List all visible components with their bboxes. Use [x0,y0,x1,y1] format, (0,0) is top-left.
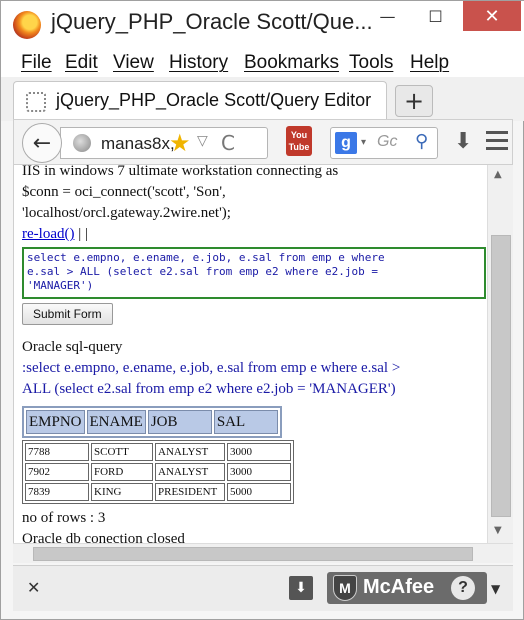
search-input[interactable]: Gc [377,133,397,151]
header-job: JOB [147,410,212,434]
firefox-logo-icon [13,11,41,39]
cell-empno: 7788 [25,443,89,461]
url-dropdown-icon[interactable]: ▽ [197,133,208,149]
cell-sal: 3000 [227,443,291,461]
search-engine-dropdown-icon[interactable]: ▾ [361,137,366,148]
new-tab-button[interactable]: + [395,85,433,117]
cell-ename: FORD [91,463,153,481]
conn-host-line: 'localhost/orcl.gateway.2wire.net'); [22,205,231,221]
separator-text: | | [78,226,88,242]
horizontal-scrollbar[interactable] [13,543,513,563]
minimize-button[interactable]: — [365,1,410,31]
cell-sal: 5000 [227,483,291,501]
search-bar[interactable]: g ▾ Gc ⚲ [330,127,438,159]
title-bar: jQuery_PHP_Oracle Scott/Que... — ☐ ✕ [1,1,524,47]
menu-history[interactable]: History [169,52,228,74]
sql-query-textarea[interactable]: select e.empno, e.ename, e.job, e.sal fr… [22,247,486,299]
cell-sal: 3000 [227,463,291,481]
table-row: 7839 KING PRESIDENT 5000 [25,483,291,501]
menu-file[interactable]: File [21,52,52,74]
connection-closed-msg: Oracle db conection closed [22,531,185,543]
query-echo-line-2: ALL (select e2.sal from emp e2 where e2.… [22,381,396,397]
vertical-scrollbar[interactable]: ▲ ▼ [487,165,513,543]
page-body: IIS in windows 7 ultimate workstation co… [14,165,487,543]
window-title: jQuery_PHP_Oracle Scott/Que... [51,9,373,34]
cell-empno: 7839 [25,483,89,501]
cell-job: ANALYST [155,443,225,461]
row-count: no of rows : 3 [22,510,106,526]
reload-icon[interactable]: C [221,131,235,155]
tab-strip: jQuery_PHP_Oracle Scott/Query Editor + [1,77,524,121]
google-icon[interactable]: g [335,132,357,154]
search-icon[interactable]: ⚲ [415,131,428,152]
header-row: EMPNO ENAME JOB SAL [26,410,278,434]
help-icon[interactable]: ? [451,576,475,600]
menu-view[interactable]: View [113,52,154,74]
reload-line: re-load() | | [22,224,487,245]
results-data-table: 7788 SCOTT ANALYST 3000 7902 FORD ANALYS… [22,440,294,504]
tab-title: jQuery_PHP_Oracle Scott/Query Editor [56,90,372,110]
menu-tools[interactable]: Tools [349,52,393,74]
addon-bar: ✕ ⬇ M McAfee ? ▼ [13,565,513,611]
cell-job: ANALYST [155,463,225,481]
submit-form-button[interactable]: Submit Form [22,303,113,325]
mcafee-dropdown-icon[interactable]: ▼ [491,582,500,596]
close-addon-bar-icon[interactable]: ✕ [27,578,40,597]
mcafee-button[interactable]: M McAfee ? [327,572,487,604]
mcafee-label: McAfee [363,576,435,598]
cell-job: PRESIDENT [155,483,225,501]
navigation-toolbar: manas8x, ★ ▽ C ← You Tube g ▾ Gc ⚲ ⬇ [13,119,513,165]
tab-query-editor[interactable]: jQuery_PHP_Oracle Scott/Query Editor [13,81,387,121]
menu-help[interactable]: Help [410,52,449,74]
bookmark-star-icon[interactable]: ★ [169,129,191,157]
results-header-table: EMPNO ENAME JOB SAL [22,406,282,438]
close-window-button[interactable]: ✕ [463,1,521,31]
page-icon [26,92,46,112]
sql-heading: Oracle sql-query [22,339,123,355]
reload-link[interactable]: re-load() [22,226,74,242]
cell-ename: SCOTT [91,443,153,461]
addon-download-icon[interactable]: ⬇ [289,576,313,600]
header-sal: SAL [213,410,278,434]
scroll-up-arrow-icon[interactable]: ▲ [494,169,502,180]
globe-icon [73,134,91,152]
query-echo-line-1: :select e.empno, e.ename, e.job, e.sal f… [22,360,401,376]
menu-edit[interactable]: Edit [65,52,98,74]
downloads-icon[interactable]: ⬇ [454,129,472,154]
youtube-icon[interactable]: You Tube [286,126,312,156]
maximize-button[interactable]: ☐ [413,1,458,31]
menu-bookmarks[interactable]: Bookmarks [244,52,339,74]
horizontal-scroll-thumb[interactable] [33,547,473,561]
back-button[interactable]: ← [22,123,62,163]
connection-info-line: IIS in windows 7 ultimate workstation co… [22,165,339,179]
mcafee-shield-icon: M [333,575,357,601]
browser-window: jQuery_PHP_Oracle Scott/Que... — ☐ ✕ Fil… [0,0,524,620]
url-text: manas8x, [101,134,175,153]
cell-empno: 7902 [25,463,89,481]
conn-code-line: $conn = oci_connect('scott', 'Son', [22,184,226,200]
header-ename: ENAME [86,410,146,434]
vertical-scroll-thumb[interactable] [491,235,511,517]
table-row: 7788 SCOTT ANALYST 3000 [25,443,291,461]
table-row: 7902 FORD ANALYST 3000 [25,463,291,481]
header-empno: EMPNO [26,410,85,434]
scroll-down-arrow-icon[interactable]: ▼ [494,525,502,536]
hamburger-menu-icon[interactable] [484,126,510,156]
menu-bar: File Edit View History Bookmarks Tools H… [1,47,524,77]
cell-ename: KING [91,483,153,501]
page-content: IIS in windows 7 ultimate workstation co… [13,165,487,543]
url-bar[interactable]: manas8x, ★ ▽ C [60,127,268,159]
